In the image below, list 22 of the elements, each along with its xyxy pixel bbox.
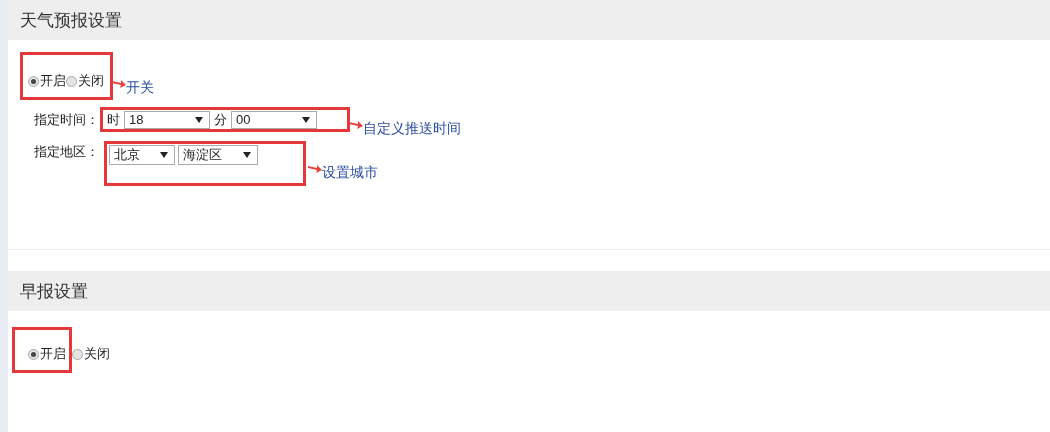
radio-button[interactable]: 开启 — [28, 71, 66, 91]
caret-icon — [302, 116, 310, 123]
unit-label: 分 — [214, 110, 227, 129]
field-label: 指定地区： — [33, 143, 99, 161]
dropdown[interactable]: 北京 — [109, 145, 175, 165]
section-title: 早报设置 — [20, 280, 88, 303]
caret-icon — [195, 116, 203, 123]
radio-button[interactable]: 关闭 — [72, 344, 110, 364]
caret-icon — [243, 152, 251, 158]
dropdown[interactable]: 海淀区 — [178, 145, 258, 165]
dropdown[interactable]: 18 — [124, 110, 210, 129]
dropdown[interactable]: 00 — [231, 110, 317, 129]
annotation-note: 开关 — [126, 79, 154, 98]
radio-button[interactable]: 开启 — [28, 344, 66, 364]
field-label: 指定时间： — [33, 111, 99, 129]
arrow-icon — [308, 165, 322, 174]
section-title: 天气预报设置 — [20, 9, 122, 32]
annotation-note: 设置城市 — [322, 164, 378, 183]
unit-label: 时 — [107, 110, 120, 129]
caret-icon — [160, 152, 168, 158]
annotation-note: 自定义推送时间 — [363, 120, 461, 139]
radio-button[interactable]: 关闭 — [66, 71, 104, 91]
